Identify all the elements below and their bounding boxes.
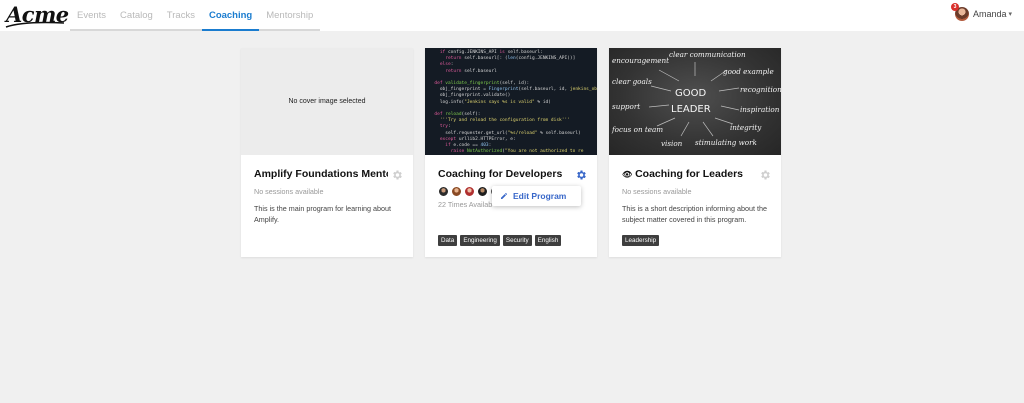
tab-coaching[interactable]: Coaching [201,0,260,31]
cover-image-code: if config.JENKINS_API is self.baseurl: r… [425,48,597,155]
edit-program-menu-item[interactable]: Edit Program [492,186,581,206]
tab-tracks[interactable]: Tracks [160,0,202,29]
program-title[interactable]: Coaching for Developers [438,168,572,180]
availability-count: 22 Times Availab [438,200,493,209]
gear-icon[interactable] [759,169,771,181]
chalk-word: clear communication [669,50,746,59]
avatar[interactable] [477,186,488,197]
chalk-word: stimulating work [695,138,757,147]
acme-logo[interactable]: Acme [4,2,69,30]
avatar[interactable]: 3 [950,3,969,21]
chalk-word: recognition [740,85,781,94]
program-card-developers[interactable]: if config.JENKINS_API is self.baseurl: r… [425,48,597,257]
avatar[interactable] [451,186,462,197]
tab-events[interactable]: Events [70,0,113,29]
edit-program-label: Edit Program [513,191,567,201]
program-title-row[interactable]: 👁︎ Coaching for Leaders [622,168,756,180]
chalk-word: encouragement [612,56,669,65]
tab-catalog[interactable]: Catalog [113,0,160,29]
user-menu[interactable]: 3 Amanda ▾ [950,3,1012,21]
program-title: Coaching for Leaders [635,168,744,180]
tab-mentorship[interactable]: Mentorship [259,0,320,29]
program-description: This is a short description informing ab… [622,204,768,224]
chalk-word: vision [661,139,683,148]
tag-list: Leadership [622,235,660,246]
notification-badge: 3 [950,3,959,11]
chalk-word: GOOD [675,88,706,99]
tag[interactable]: Security [502,235,532,246]
tag[interactable]: English [534,235,562,246]
avatar[interactable] [464,186,475,197]
program-title[interactable]: Amplify Foundations Mento... [254,168,388,180]
tag[interactable]: Data [438,235,458,246]
chalk-word: good example [723,67,774,76]
program-card-amplify[interactable]: No cover image selected Amplify Foundati… [241,48,413,257]
tag[interactable]: Leadership [622,235,660,246]
tag-list: Data Engineering Security English [438,235,562,246]
user-name: Amanda [972,9,1007,19]
hidden-eye-icon: 👁︎ [622,170,633,179]
program-description: This is the main program for learning ab… [254,204,392,224]
tag[interactable]: Engineering [460,235,500,246]
chalk-word: clear goals [612,77,652,86]
chevron-down-icon: ▾ [1008,11,1012,18]
chalk-word: integrity [730,123,762,132]
gear-icon[interactable] [391,169,403,181]
program-card-leaders[interactable]: clear communication encouragement good e… [609,48,781,257]
cover-image-chalkboard: clear communication encouragement good e… [609,48,781,155]
chalk-word: inspiration [740,105,780,114]
chalk-word: support [612,102,640,111]
avatar[interactable] [438,186,449,197]
pencil-icon [501,193,507,199]
logo-swoosh [5,21,65,28]
cover-placeholder-text: No cover image selected [288,98,366,105]
main-nav-tabs: Events Catalog Tracks Coaching Mentorshi… [70,0,321,31]
top-navigation-bar: Acme Events Catalog Tracks Coaching Ment… [0,0,1024,31]
sessions-status: No sessions available [254,187,324,196]
chalk-word: LEADER [671,104,711,115]
cover-placeholder: No cover image selected [241,48,413,155]
chalkboard-illustration: clear communication encouragement good e… [611,50,781,148]
chalk-word: focus on team [611,125,663,134]
gear-icon[interactable] [575,169,587,181]
sessions-status: No sessions available [622,187,692,196]
